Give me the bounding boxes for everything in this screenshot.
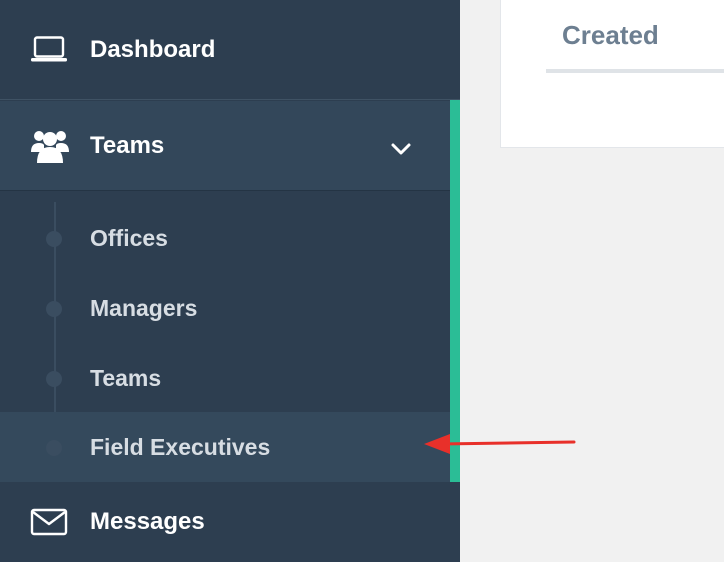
sidebar-item-teams[interactable]: Teams: [0, 101, 460, 191]
submenu-item-label: Field Executives: [90, 433, 271, 460]
submenu-item-field-executives[interactable]: Field Executives: [0, 412, 450, 482]
tab-created[interactable]: Created: [546, 20, 724, 74]
sidebar-item-messages[interactable]: Messages: [0, 482, 460, 562]
sidebar-item-label: Messages: [90, 508, 205, 535]
submenu-item-managers[interactable]: Managers: [0, 273, 450, 343]
submenu-item-label: Teams: [90, 364, 162, 391]
sidebar-item-dashboard[interactable]: Dashboard: [0, 0, 460, 100]
sidebar-item-label: Dashboard: [90, 35, 216, 63]
bullet-dot-icon: [46, 301, 62, 317]
annotation-arrow-icon: [424, 434, 576, 454]
bullet-dot-icon: [46, 371, 62, 387]
submenu-item-offices[interactable]: Offices: [0, 203, 450, 273]
bullet-dot-icon: [46, 440, 62, 456]
active-indicator: [450, 100, 460, 482]
submenu-item-teams[interactable]: Teams: [0, 343, 450, 413]
users-icon: [30, 128, 70, 164]
sidebar: Dashboard Teams Offices Managers Teams F…: [0, 0, 460, 562]
teams-submenu: Offices Managers Teams Field Executives: [0, 192, 450, 482]
sidebar-item-label: Teams: [90, 131, 165, 159]
envelope-icon: [30, 508, 68, 536]
submenu-item-label: Managers: [90, 294, 198, 321]
submenu-item-label: Offices: [90, 224, 168, 251]
tab-underline: [546, 69, 724, 73]
laptop-icon: [30, 35, 68, 64]
bullet-dot-icon: [46, 231, 62, 247]
chevron-down-icon[interactable]: [390, 135, 412, 163]
